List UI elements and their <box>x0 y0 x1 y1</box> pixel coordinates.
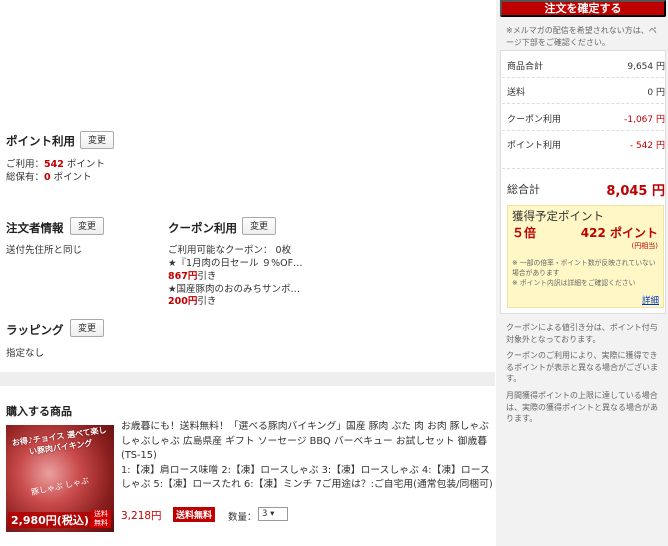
product-section-title: 購入する商品 <box>6 405 72 418</box>
earned-points-note-1: ※ 一部の倍率・ポイント数が反映されていない場合があります <box>512 259 656 277</box>
coupon-item-2-discount: 200円引き <box>168 293 216 307</box>
summary-row-value: 9,654 円 <box>627 62 665 72</box>
product-image[interactable]: お得♪チョイス 選べて楽しい豚肉バイキング 豚しゃぶ しゃぶ 2,980円(税込… <box>6 425 114 532</box>
product-image-price: 2,980円(税込) <box>8 512 92 528</box>
points-own-line: 総保有：0 ポイント <box>6 169 92 183</box>
product-description: お歳暮にも！送料無料！「選べる豚肉バイキング」国産 豚肉 ぶた 肉 お肉 豚しゃ… <box>121 420 493 493</box>
product-image-caption: 豚しゃぶ しゃぶ <box>30 476 90 497</box>
summary-row-value: -1,067 円 <box>624 115 665 125</box>
points-own-prefix: 総保有： <box>6 172 45 183</box>
mailmag-note: ※メルマガの配信を希望されない方は、ページ下部をご確認ください。 <box>506 26 657 47</box>
coupon-available: ご利用可能なクーポン： 0枚 <box>168 245 292 256</box>
points-own-value: 0 <box>44 172 51 183</box>
quantity-label: 数量： <box>228 512 257 523</box>
orderer-title: 注文者情報 <box>6 221 64 235</box>
coupon-change-button[interactable]: 変更 <box>242 217 277 235</box>
product-image-tag: お得♪チョイス 選べて楽しい豚肉バイキング <box>11 425 108 457</box>
free-shipping-badge: 送料無料 <box>173 507 216 522</box>
total-value: 8,045 円 <box>606 184 665 199</box>
wrapping-title: ラッピング <box>6 323 64 337</box>
earned-points-notes: ※ 一部の倍率・ポイント数が反映されていない場合があります ※ ポイント内訳は詳… <box>512 258 660 288</box>
total-label: 総合計 <box>507 183 540 196</box>
coupon-item-1-discount: 867円引き <box>168 268 216 282</box>
coupon-title: クーポン利用 <box>168 221 237 235</box>
confirm-order-button[interactable]: 注文を確定する <box>500 0 666 17</box>
earned-points-eq: (円相当) <box>631 242 658 250</box>
coupon-points-note: クーポンによる値引き分は、ポイント付与対象外となっております。 <box>506 323 658 344</box>
summary-divider <box>502 103 664 104</box>
points-use-line: ご利用：542 ポイント <box>6 156 105 170</box>
points-own-suffix: ポイント <box>50 172 92 183</box>
summary-row-label: クーポン利用 <box>507 115 562 125</box>
section-divider <box>0 372 495 386</box>
earned-points-note-2: ※ ポイント内訳は詳細をご確認ください <box>512 279 636 287</box>
earned-points-title: 獲得予定ポイント <box>512 209 604 223</box>
summary-row-label: ポイント利用 <box>507 141 562 151</box>
monthly-limit-note: 月間獲得ポイントの上限に達している場合は、実際の獲得ポイントと異なる場合がありま… <box>506 391 658 423</box>
points-title: ポイント利用 <box>6 134 75 148</box>
coupon-item-1-name: ★『1月肉の日セール ９%OF… <box>168 258 303 269</box>
summary-divider <box>502 168 664 169</box>
earned-points-value: 422 ポイント <box>580 226 658 240</box>
product-image-ship-badge: 送料無料 <box>91 510 111 528</box>
earned-points-multiplier: ５倍 <box>512 226 537 240</box>
points-change-button[interactable]: 変更 <box>80 131 115 149</box>
points-detail-link[interactable]: 詳細 <box>642 294 659 306</box>
orderer-value: 送付先住所と同じ <box>6 245 83 256</box>
summary-row-value: - 542 円 <box>629 141 665 151</box>
summary-divider <box>502 77 664 78</box>
product-price: 3,218円 <box>121 510 162 522</box>
orderer-change-button[interactable]: 変更 <box>70 217 105 235</box>
coupon-item-2-amount: 200円 <box>168 296 198 307</box>
summary-row-label: 送料 <box>507 88 526 98</box>
quantity-select[interactable]: 3 ▾ <box>258 507 288 521</box>
coupon-item-2-suffix: 引き <box>197 296 217 307</box>
wrapping-value: 指定なし <box>6 348 45 359</box>
product-name-link[interactable]: お歳暮にも！送料無料！「選べる豚肉バイキング」国産 豚肉 ぶた 肉 お肉 豚しゃ… <box>121 421 489 461</box>
summary-divider <box>502 130 664 131</box>
coupon-points-note-2: クーポンのご利用により、実際に獲得できるポイントが表示と異なる場合がございます。 <box>506 351 658 383</box>
summary-row-label: 商品合計 <box>507 62 544 72</box>
wrapping-change-button[interactable]: 変更 <box>70 319 105 337</box>
product-options: 1:【凍】肩ロース味噌 2:【凍】ロースしゃぶ 3:【凍】ロースしゃぶ 4:【凍… <box>121 464 493 491</box>
summary-row-value: 0 円 <box>647 88 665 98</box>
